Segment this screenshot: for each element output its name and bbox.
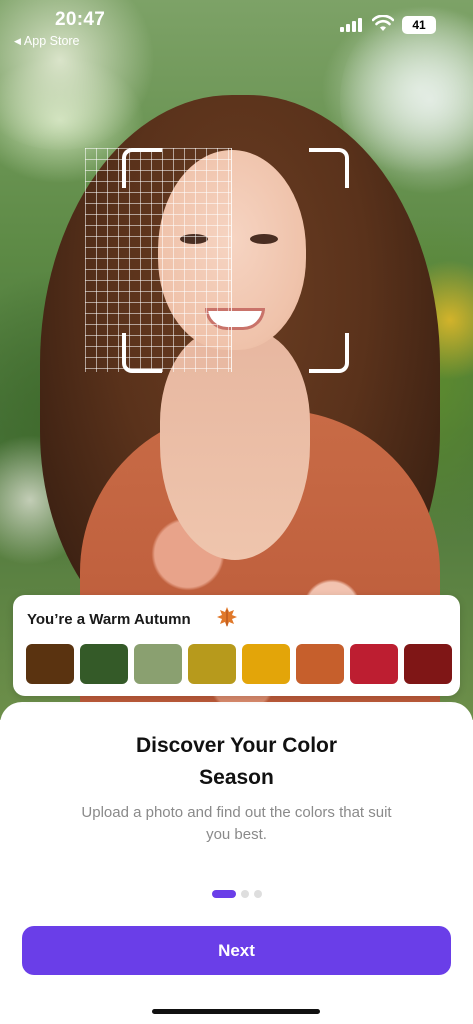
color-swatch-3	[134, 644, 182, 684]
color-swatches	[26, 644, 452, 684]
back-arrow-icon: ◀	[14, 35, 21, 46]
onboarding-sheet: Discover Your Color Season Upload a phot…	[0, 702, 473, 1024]
scan-corner-top-right	[309, 148, 349, 188]
color-swatch-7	[350, 644, 398, 684]
page-dot-2	[241, 890, 249, 898]
color-swatch-5	[242, 644, 290, 684]
scan-corner-bottom-left	[122, 333, 162, 373]
color-swatch-1	[26, 644, 74, 684]
back-link-label: App Store	[23, 34, 80, 48]
page-indicator	[212, 890, 262, 898]
palette-title: You’re a Warm Autumn	[27, 611, 191, 628]
headline-line-1: Discover Your Color	[135, 734, 338, 757]
scan-corner-bottom-right	[309, 333, 349, 373]
next-button[interactable]: Next	[22, 926, 451, 975]
autumn-leaf-icon	[217, 607, 237, 627]
headline-line-2: Season	[199, 766, 274, 789]
color-swatch-6	[296, 644, 344, 684]
color-palette-card: You’re a Warm Autumn	[13, 595, 460, 696]
page-dot-1	[212, 890, 236, 898]
back-to-app-store-link[interactable]: ◀ App Store	[14, 34, 80, 48]
status-bar: 20:47 ◀ App Store 41	[0, 0, 473, 56]
battery-level: 41	[412, 18, 426, 32]
color-swatch-4	[188, 644, 236, 684]
cellular-signal-icon	[340, 18, 362, 32]
wifi-icon	[372, 15, 394, 31]
scan-corner-top-left	[122, 148, 162, 188]
color-swatch-2	[80, 644, 128, 684]
face-scan-divider	[231, 148, 232, 372]
status-time: 20:47	[55, 9, 106, 30]
home-indicator	[152, 1009, 320, 1014]
battery-icon: 41	[402, 16, 436, 34]
color-swatch-8	[404, 644, 452, 684]
next-button-label: Next	[218, 940, 255, 960]
onboarding-headline: Discover Your Color Season	[0, 730, 473, 794]
onboarding-description: Upload a photo and find out the colors t…	[81, 804, 392, 843]
page-dot-3	[254, 890, 262, 898]
